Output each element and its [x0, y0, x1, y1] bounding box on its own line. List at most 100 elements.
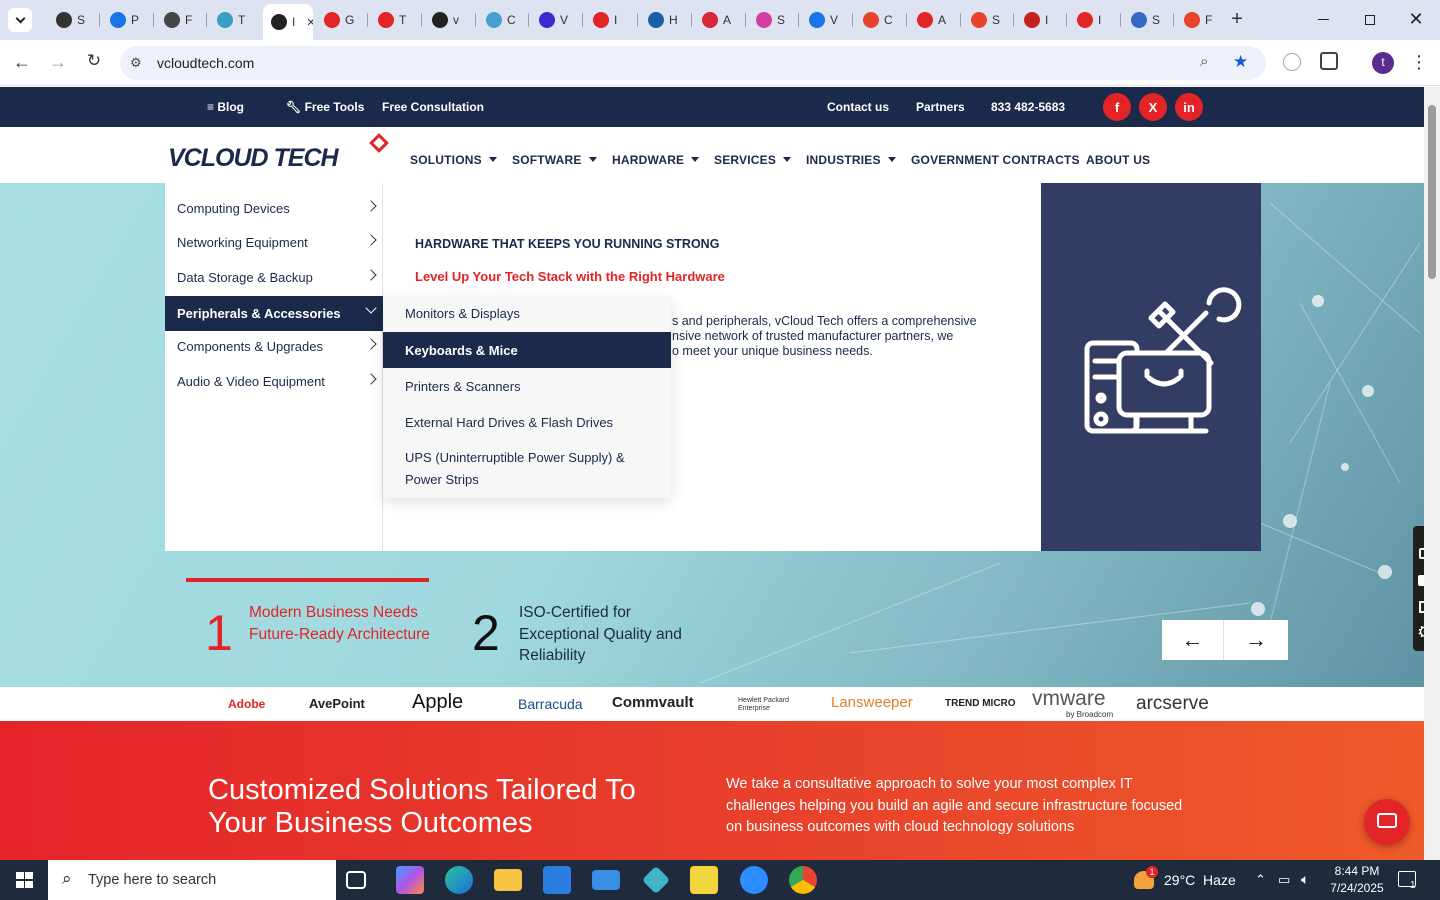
phone-link[interactable]: 833 482-5683	[991, 100, 1065, 114]
browser-tab[interactable]: I	[585, 8, 633, 32]
minimize-button[interactable]	[1312, 10, 1336, 30]
browser-tab[interactable]: P	[102, 8, 150, 32]
task-view-icon[interactable]	[346, 871, 366, 889]
tab-search-button[interactable]	[8, 8, 32, 32]
nav-hardware[interactable]: HARDWARE	[612, 153, 700, 167]
tab-separator	[99, 13, 100, 27]
subitem-ups-power-strips[interactable]: UPS (Uninterruptible Power Supply) & Pow…	[383, 442, 671, 496]
slider-next-button[interactable]: →	[1224, 620, 1288, 660]
x-twitter-icon[interactable]: X	[1139, 93, 1167, 121]
browser-tab[interactable]: C	[478, 8, 526, 32]
tab-close-icon[interactable]: ✕	[306, 16, 313, 29]
file-explorer-icon[interactable]	[494, 869, 522, 891]
nav-software[interactable]: SOFTWARE	[512, 153, 597, 167]
browser-tab[interactable]: S	[48, 8, 96, 32]
partner-logo-strip: Adobe AvePoint Apple Barracuda Commvault…	[0, 687, 1424, 721]
tab-title: T	[399, 13, 407, 27]
browser-tab[interactable]: T	[209, 8, 257, 32]
browser-tab[interactable]: F	[1176, 8, 1224, 32]
app-icon[interactable]	[641, 865, 671, 895]
browser-tab[interactable]: v	[424, 8, 472, 32]
taskbar-search-box[interactable]: ⌕ Type here to search	[48, 860, 336, 900]
sticky-notes-icon[interactable]	[690, 866, 718, 894]
partners-link[interactable]: Partners	[916, 100, 965, 114]
facebook-icon[interactable]: f	[1103, 93, 1131, 121]
menu-kebab-icon[interactable]: ⋮	[1410, 51, 1428, 75]
menu-description-line: s and peripherals, vCloud Tech offers a …	[672, 314, 977, 328]
scrollbar-thumb[interactable]	[1428, 105, 1436, 279]
new-tab-button[interactable]: +	[1225, 8, 1249, 32]
restore-button[interactable]	[1358, 10, 1382, 30]
bookmark-star-icon[interactable]: ★	[1233, 52, 1248, 72]
browser-tab[interactable]: S	[963, 8, 1011, 32]
subitem-keyboards-mice[interactable]: Keyboards & Mice	[383, 332, 671, 368]
extensions-icon[interactable]	[1320, 52, 1338, 70]
translate-icon[interactable]	[1283, 53, 1301, 71]
zoom-icon[interactable]: ⌕	[1200, 53, 1208, 70]
tab-favicon-icon	[539, 12, 555, 28]
edge-icon[interactable]	[445, 866, 473, 894]
nav-services[interactable]: SERVICES	[714, 153, 792, 167]
browser-tab[interactable]: A	[909, 8, 957, 32]
volume-icon[interactable]: 🔈︎	[1301, 871, 1309, 888]
clock-date: 7/24/2025	[1330, 881, 1384, 895]
site-info-icon[interactable]: ⚙	[130, 55, 142, 71]
show-hidden-icons-chevron[interactable]: ⌃	[1255, 872, 1266, 888]
browser-tab[interactable]: I	[1069, 8, 1117, 32]
slider-prev-button[interactable]: ←	[1162, 620, 1224, 660]
reload-button[interactable]: ↻	[82, 51, 106, 73]
zoom-app-icon[interactable]	[740, 866, 768, 894]
chevron-right-icon	[365, 234, 377, 246]
subitem-printers-scanners[interactable]: Printers & Scanners	[383, 368, 671, 404]
clock[interactable]: 8:44 PM 7/24/2025	[1326, 863, 1388, 897]
browser-tab[interactable]: F	[156, 8, 204, 32]
weather-widget[interactable]: 1 29°C Haze	[1130, 860, 1240, 900]
browser-tab[interactable]: S	[1123, 8, 1171, 32]
subitem-monitors-displays[interactable]: Monitors & Displays	[383, 296, 671, 331]
browser-tab[interactable]: G	[316, 8, 364, 32]
browser-tab[interactable]: H	[640, 8, 688, 32]
site-logo[interactable]: VCLOUD TECH	[168, 133, 392, 174]
menu-subheading: Level Up Your Tech Stack with the Right …	[415, 269, 725, 284]
nav-government-contracts[interactable]: GOVERNMENT CONTRACTS	[911, 153, 1080, 167]
tab-separator	[153, 13, 154, 27]
page-scrollbar[interactable]	[1424, 87, 1440, 860]
subitem-external-drives[interactable]: External Hard Drives & Flash Drives	[383, 404, 671, 440]
category-peripherals-accessories[interactable]: Peripherals & Accessories	[165, 296, 383, 331]
category-audio-video-equipment[interactable]: Audio & Video Equipment	[165, 364, 383, 399]
browser-tab[interactable]: V	[531, 8, 579, 32]
browser-tab[interactable]: V	[801, 8, 849, 32]
nav-industries[interactable]: INDUSTRIES	[806, 153, 896, 167]
start-button[interactable]	[0, 860, 48, 900]
category-networking-equipment[interactable]: Networking Equipment	[165, 225, 383, 260]
blog-link[interactable]: ≡ Blog	[207, 100, 244, 114]
nav-about-us[interactable]: ABOUT US	[1086, 153, 1150, 167]
chrome-icon[interactable]	[789, 866, 817, 894]
browser-tab[interactable]: I ✕	[263, 4, 313, 40]
free-tools-link[interactable]: 🔧︎ Free Tools	[286, 100, 364, 114]
chat-button[interactable]	[1364, 799, 1410, 845]
browser-tab[interactable]: T	[370, 8, 418, 32]
free-consultation-link[interactable]: Free Consultation	[382, 100, 484, 114]
category-computing-devices[interactable]: Computing Devices	[165, 191, 383, 226]
browser-tab[interactable]: A	[694, 8, 742, 32]
profile-avatar[interactable]: t	[1372, 52, 1394, 74]
back-button[interactable]: ←	[10, 52, 34, 74]
address-bar[interactable]: ⚙ vcloudtech.com ⌕ ★	[120, 46, 1266, 80]
copilot-icon[interactable]	[396, 866, 424, 894]
contact-link[interactable]: Contact us	[827, 100, 889, 114]
close-window-button[interactable]: ✕	[1404, 8, 1428, 32]
nav-solutions[interactable]: SOLUTIONS	[410, 153, 497, 167]
network-icon[interactable]: ▭	[1278, 872, 1290, 888]
browser-tab[interactable]: C	[855, 8, 903, 32]
browser-tab[interactable]: I	[1016, 8, 1064, 32]
category-data-storage-backup[interactable]: Data Storage & Backup	[165, 260, 383, 295]
microsoft-store-icon[interactable]	[543, 866, 571, 894]
category-components-upgrades[interactable]: Components & Upgrades	[165, 329, 383, 364]
linkedin-icon[interactable]: in	[1175, 93, 1203, 121]
forward-button[interactable]: →	[46, 52, 70, 74]
browser-tab[interactable]: S	[748, 8, 796, 32]
mail-icon[interactable]	[592, 870, 620, 890]
apple-logo: Apple	[412, 691, 464, 713]
chat-bubble-icon	[1377, 813, 1397, 828]
